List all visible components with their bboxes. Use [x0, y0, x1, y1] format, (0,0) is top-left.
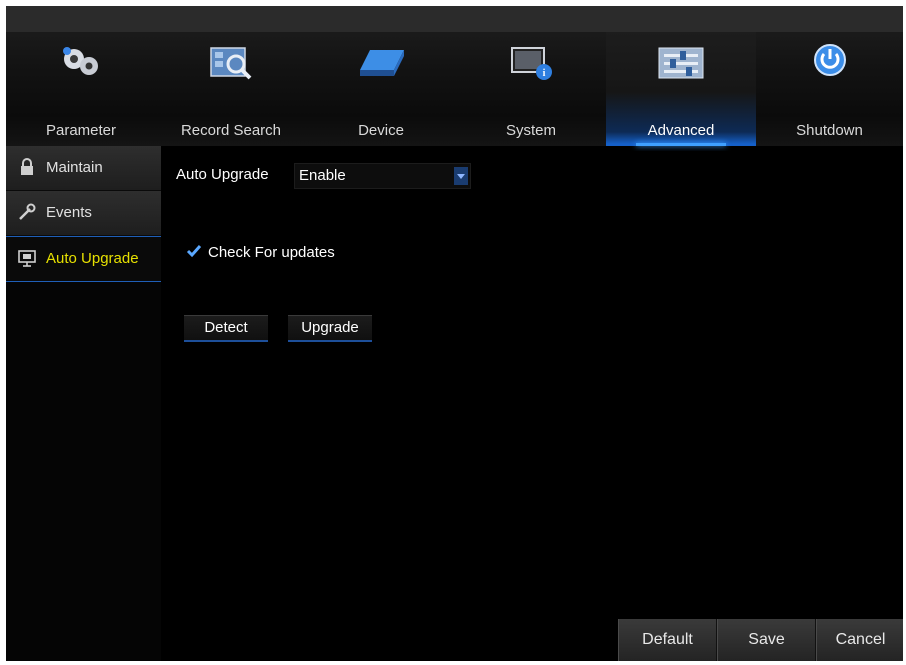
detect-button[interactable]: Detect: [184, 315, 268, 342]
upgrade-button[interactable]: Upgrade: [288, 315, 372, 342]
check-for-updates-checkbox[interactable]: [186, 244, 202, 258]
save-button[interactable]: Save: [717, 619, 816, 661]
tab-system[interactable]: i System: [456, 32, 606, 146]
sidebar-item-label: Maintain: [46, 159, 103, 176]
tab-label: Parameter: [45, 122, 117, 139]
sliders-icon: [658, 47, 704, 79]
lock-icon: [21, 158, 33, 175]
hard-drive-icon: [360, 50, 404, 76]
auto-upgrade-label: Auto Upgrade: [176, 166, 269, 183]
upgrade-screen-icon: [18, 250, 36, 267]
cancel-button[interactable]: Cancel: [816, 619, 903, 661]
top-navigation: Parameter Record Search Device i System …: [6, 6, 903, 146]
tab-label: System: [505, 122, 556, 139]
sidebar-item-events[interactable]: Events: [6, 191, 161, 236]
tab-device[interactable]: Device: [306, 32, 456, 146]
tab-record-search[interactable]: Record Search: [156, 32, 306, 146]
gears-icon: [63, 47, 98, 75]
active-tab-indicator: [636, 143, 726, 146]
power-icon: [813, 44, 846, 76]
top-strip: [6, 6, 903, 32]
tab-label: Device: [358, 122, 404, 139]
tab-label: Shutdown: [796, 122, 863, 139]
default-button[interactable]: Default: [618, 619, 717, 661]
tab-parameter[interactable]: Parameter: [6, 32, 156, 146]
system-info-icon: i: [511, 47, 552, 80]
svg-text:i: i: [543, 68, 546, 79]
tab-label: Advanced: [647, 122, 715, 139]
tab-label: Record Search: [180, 122, 282, 139]
check-for-updates-label: Check For updates: [208, 244, 335, 261]
auto-upgrade-panel: Auto Upgrade Enable Check For updates De…: [166, 151, 903, 661]
auto-upgrade-value: Enable: [299, 167, 346, 184]
sidebar: Maintain Events Auto Upgrade: [6, 146, 161, 661]
sidebar-item-label: Auto Upgrade: [46, 250, 139, 267]
chevron-down-icon: [454, 167, 468, 185]
sidebar-item-maintain[interactable]: Maintain: [6, 146, 161, 191]
tab-shutdown[interactable]: Shutdown: [756, 32, 903, 146]
tab-advanced[interactable]: Advanced: [606, 32, 756, 146]
record-search-icon: [210, 47, 252, 80]
sidebar-item-label: Events: [46, 204, 92, 221]
wrench-icon: [19, 203, 36, 220]
dvr-screen: Parameter Record Search Device i System …: [6, 6, 903, 661]
sidebar-item-auto-upgrade[interactable]: Auto Upgrade: [6, 236, 161, 282]
auto-upgrade-select[interactable]: Enable: [294, 163, 471, 189]
